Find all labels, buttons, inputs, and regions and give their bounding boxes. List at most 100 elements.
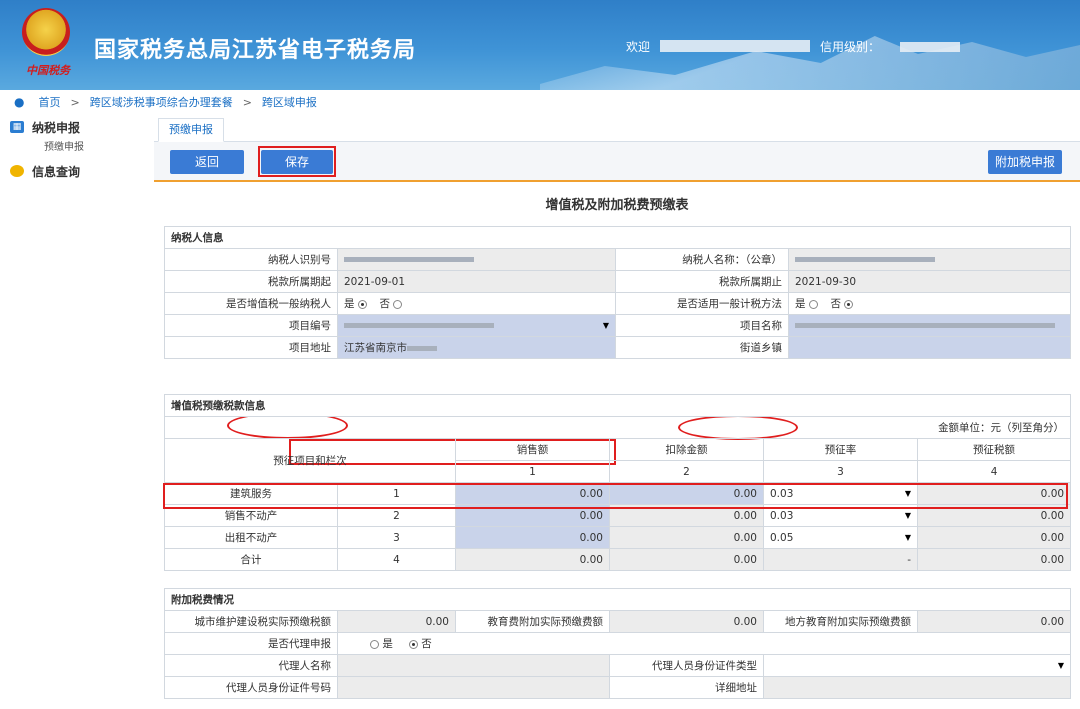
street-label: 街道乡镇 [615, 336, 789, 359]
breadcrumb-home[interactable]: 首页 [38, 94, 60, 110]
agent-id-no-label: 代理人员身份证件号码 [164, 676, 338, 699]
breadcrumb: ● 首页 > 跨区域涉税事项综合办理套餐 > 跨区域申报 [0, 90, 1080, 114]
period-end-label: 税款所属期止 [615, 270, 789, 293]
radio-no[interactable] [844, 299, 854, 309]
project-no-label: 项目编号 [164, 314, 338, 337]
row-no: 3 [337, 526, 456, 549]
deduct-total: 0.00 [609, 548, 764, 571]
rate-select[interactable]: 0.05 ▼ [763, 526, 918, 549]
period-end-value: 2021-09-30 [788, 270, 1071, 293]
col-num: 4 [916, 460, 1072, 483]
taxpayer-id-label: 纳税人识别号 [164, 248, 338, 271]
tab-bar: 预缴申报 [154, 118, 1080, 142]
back-button[interactable]: 返回 [170, 150, 244, 174]
general-taxpayer-radios: 是 否 [337, 292, 616, 315]
local-edu-fee-value: 0.00 [916, 610, 1072, 633]
emblem-caption: 中国税务 [26, 64, 70, 77]
period-start-label: 税款所属期起 [164, 270, 338, 293]
radio-no-label: 否 [379, 298, 391, 310]
table-row: 合计 4 0.00 0.00 - 0.00 [164, 548, 1072, 571]
breadcrumb-package[interactable]: 跨区域涉税事项综合办理套餐 [90, 94, 233, 110]
row-name: 出租不动产 [164, 526, 338, 549]
general-taxpayer-label: 是否增值税一般纳税人 [164, 292, 338, 315]
radio-yes[interactable] [357, 299, 367, 309]
radio-no[interactable] [409, 639, 419, 649]
sidebar-group-label: 信息查询 [32, 164, 81, 179]
col-num: 1 [455, 460, 610, 483]
period-start-value: 2021-09-01 [337, 270, 616, 293]
location-pin-icon: ● [14, 95, 25, 109]
city-tax-value: 0.00 [337, 610, 456, 633]
sidebar-group-tax-filing[interactable]: ▦ 纳税申报 [0, 116, 152, 138]
save-highlight [258, 146, 336, 177]
breadcrumb-separator: > [70, 95, 80, 109]
dropdown-arrow-icon: ▼ [904, 533, 911, 542]
sidebar-item-prepay-filing[interactable]: 预缴申报 [0, 138, 152, 158]
site-banner: 中国税务 国家税务总局江苏省电子税务局 欢迎 信用级别： [0, 0, 1080, 90]
credit-level-redacted [900, 42, 960, 52]
banner-scenery [540, 36, 1080, 90]
radio-yes[interactable] [808, 299, 818, 309]
main-panel: 预缴申报 返回 保存 附加税申报 增值税及附加税费预缴表 纳税人信息 纳税人识别… [154, 116, 1080, 709]
col-item-header: 预征项目和栏次 [164, 438, 456, 483]
breadcrumb-current[interactable]: 跨区域申报 [262, 94, 317, 110]
form-title: 增值税及附加税费预缴表 [545, 198, 689, 213]
row-name: 合计 [164, 548, 338, 571]
col-num: 3 [763, 460, 918, 483]
tax-value: 0.00 [916, 526, 1072, 549]
agent-id-type-select[interactable]: ▼ [762, 654, 1072, 677]
site-title: 国家税务总局江苏省电子税务局 [94, 38, 417, 63]
dropdown-arrow-icon: ▼ [904, 511, 911, 520]
detail-address-input[interactable] [762, 676, 1072, 699]
col-num: 2 [609, 460, 764, 483]
sidebar-group-label: 纳税申报 [32, 120, 81, 135]
sales-input[interactable]: 0.00 [455, 526, 610, 549]
edu-fee-label: 教育费附加实际预缴费额 [455, 610, 610, 633]
agent-name-input[interactable] [337, 654, 610, 677]
surtax-table: 附加税费情况 城市维护建设税实际预缴税额 0.00 教育费附加实际预缴费额 0.… [163, 588, 1072, 699]
col-sales-header: 销售额 [455, 438, 610, 461]
rate-total: - [763, 548, 918, 571]
project-address-input[interactable]: 江苏省南京市 [337, 336, 616, 359]
table-row: 出租不动产 3 0.00 0.00 0.05 ▼ 0.00 [164, 526, 1072, 549]
radio-no[interactable] [393, 299, 403, 309]
sidebar-group-info-query[interactable]: 信息查询 [0, 160, 152, 182]
radio-yes-label: 是 [795, 298, 806, 310]
street-input[interactable] [788, 336, 1071, 359]
col-tax-header: 预征税额 [916, 438, 1072, 461]
tax-emblem-icon [22, 8, 70, 56]
project-no-select[interactable]: ▼ [337, 314, 616, 337]
toolbar: 返回 保存 附加税申报 [154, 142, 1080, 182]
tab-prepay-filing[interactable]: 预缴申报 [158, 118, 224, 142]
radio-yes[interactable] [370, 639, 380, 649]
section-title: 增值税预缴税款信息 [163, 394, 1072, 417]
agent-filing-radios: 是 否 [336, 632, 1072, 655]
taxpayer-id-value [337, 248, 616, 271]
chat-bubble-icon [10, 165, 24, 177]
welcome-text: 欢迎 [626, 40, 651, 54]
deduct-input[interactable]: 0.00 [609, 526, 764, 549]
general-method-label: 是否适用一般计税方法 [615, 292, 789, 315]
construction-row-highlight [163, 483, 1068, 509]
general-method-radios: 是 否 [788, 292, 1071, 315]
breadcrumb-separator: > [242, 95, 252, 109]
project-name-value[interactable] [788, 314, 1071, 337]
taxpayer-name-label: 纳税人名称：（公章） [615, 248, 789, 271]
credit-level-label: 信用级别： [820, 40, 881, 54]
radio-yes-label: 是 [382, 638, 393, 650]
dropdown-arrow-icon: ▼ [602, 321, 609, 330]
city-tax-label: 城市维护建设税实际预缴税额 [164, 610, 338, 633]
section-title: 纳税人信息 [164, 226, 1071, 249]
local-edu-fee-label: 地方教育附加实际预缴费额 [763, 610, 918, 633]
agent-filing-label: 是否代理申报 [164, 632, 338, 655]
radio-no-label: 否 [421, 638, 432, 650]
radio-no-label: 否 [830, 298, 842, 310]
row-no: 4 [337, 548, 456, 571]
tax-total: 0.00 [916, 548, 1072, 571]
agent-id-no-input[interactable] [337, 676, 610, 699]
sales-total: 0.00 [455, 548, 610, 571]
surtax-filing-button[interactable]: 附加税申报 [988, 150, 1062, 174]
grid-icon: ▦ [10, 121, 24, 133]
project-address-label: 项目地址 [164, 336, 338, 359]
user-name-redacted [660, 40, 810, 52]
